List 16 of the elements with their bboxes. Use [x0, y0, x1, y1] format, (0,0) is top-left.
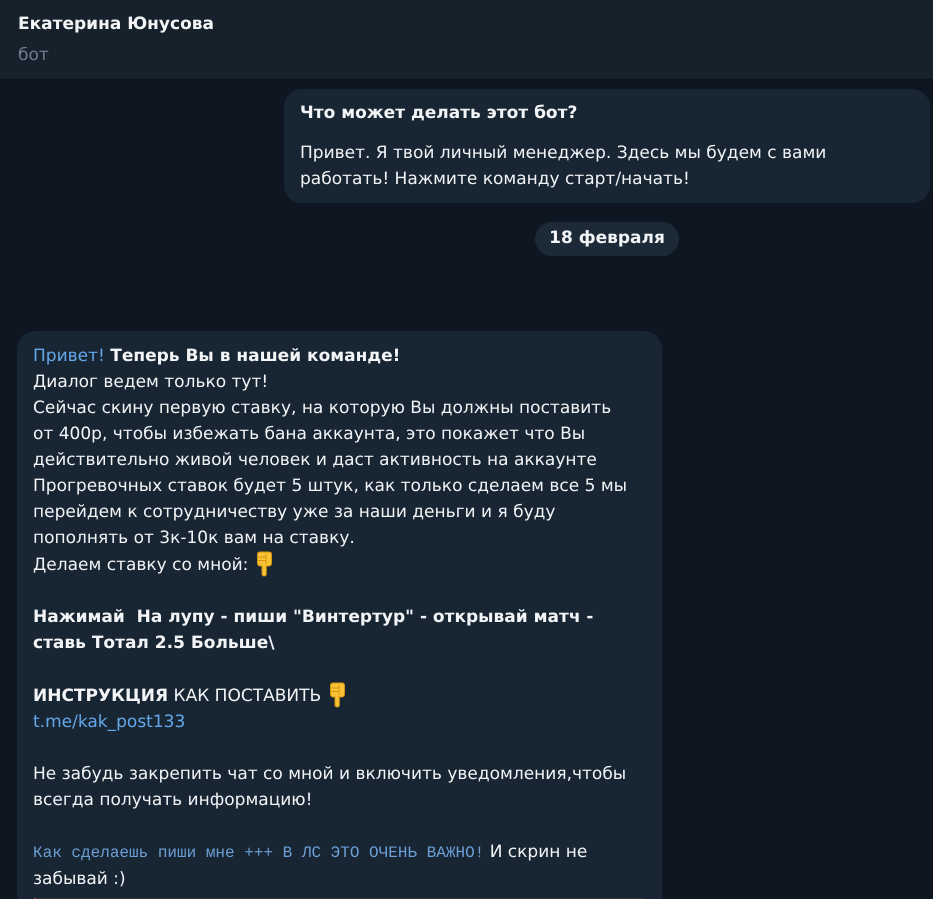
date-badge: 18 февраля: [535, 222, 679, 256]
message-text: Как сделаешь пиши мне +++ В ЛС ЭТО ОЧЕНЬ ВАЖНО! И скрин не забывай :): [33, 841, 588, 891]
message-text: ИНСТРУКЦИЯ КАК ПОСТАВИТЬ: [33, 682, 628, 709]
message-text: Привет! Теперь Вы в нашей команде!: [33, 345, 402, 368]
bot-description-text: Привет. Я твой личный менеджер. Здесь мы будем с вами работать! Нажмите команду старт/начать!: [300, 142, 828, 191]
message-text: Сейчас скину первую ставку, на которую Вы должны поставить от 400р, чтобы избежать бана аккаунта, это покажет что Вы действительно живой человек и даст активность на аккаунте: [33, 397, 612, 472]
contact-status: бот: [18, 44, 49, 67]
text-link[interactable]: Привет!: [33, 346, 105, 366]
bot-description-title: Что может делать этот бот?: [300, 102, 578, 125]
message-text: Прогревочных ставок будет 5 штук, как только сделаем все 5 мы перейдем к сотрудничеству уже за наши деньги и я буду пополнять от 3к-10к вам на ставку.: [33, 475, 628, 550]
contact-name[interactable]: Екатерина Юнусова: [18, 12, 214, 36]
message-text: Диалог ведем только тут!: [33, 371, 270, 394]
message-text: Не забудь закрепить чат со мной и включить уведомления,чтобы всегда получать информацию!: [33, 763, 628, 812]
text-link[interactable]: t.me/kak_post133: [33, 712, 186, 732]
message-text: Нажимай На лупу - пиши "Винтертур" - открывай матч - ставь Тотал 2.5 Больше\: [33, 606, 594, 655]
message-text: Делаем ставку со мной:: [33, 551, 628, 578]
